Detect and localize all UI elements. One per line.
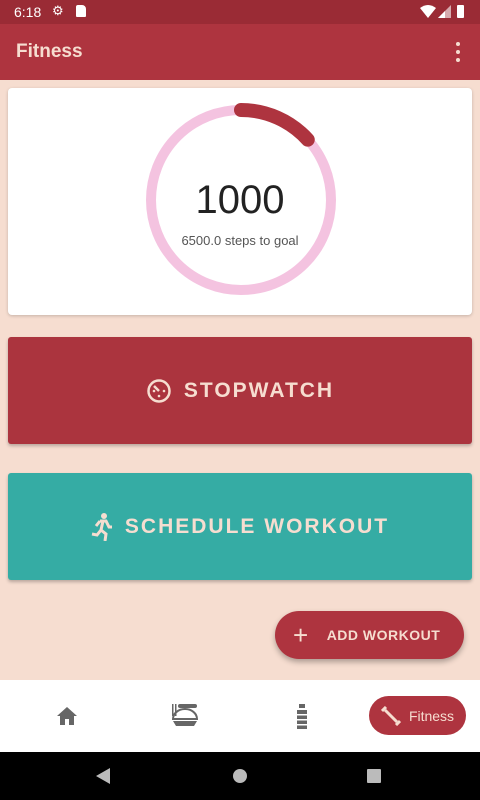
page-title: Fitness: [16, 41, 83, 62]
plus-icon: +: [293, 620, 309, 650]
status-bar: 6:18 ⚙: [0, 0, 480, 24]
sd-card-icon: [76, 5, 86, 17]
app-bar: Fitness: [0, 24, 480, 80]
recents-icon[interactable]: [367, 769, 381, 783]
add-workout-label: ADD WORKOUT: [326, 627, 441, 643]
steps-card: 1000 6500.0 steps to goal: [8, 88, 472, 315]
stopwatch-button[interactable]: STOPWATCH: [8, 337, 472, 444]
system-navigation-bar: [0, 752, 480, 800]
battery-icon: [457, 5, 464, 18]
progress-arc: [234, 103, 315, 147]
stopwatch-label: STOPWATCH: [183, 378, 335, 402]
running-icon: [91, 512, 112, 541]
nav-fitness-label: Fitness: [408, 707, 455, 724]
back-icon[interactable]: [96, 768, 110, 784]
home-circle-icon[interactable]: [233, 769, 247, 783]
timer-icon: [147, 378, 171, 403]
signal-icon: [438, 5, 451, 18]
nav-home[interactable]: [27, 680, 107, 752]
food-icon: [172, 704, 198, 726]
schedule-workout-button[interactable]: SCHEDULE WORKOUT: [8, 473, 472, 580]
status-time: 6:18: [14, 4, 42, 20]
water-bottle-icon: [297, 703, 307, 729]
schedule-workout-label: SCHEDULE WORKOUT: [124, 514, 390, 538]
nav-water[interactable]: [262, 680, 342, 752]
bottom-navigation: Fitness: [0, 680, 480, 752]
add-workout-button[interactable]: + ADD WORKOUT: [275, 611, 464, 659]
steps-to-goal: 6500.0 steps to goal: [181, 233, 299, 248]
nav-food[interactable]: [145, 680, 225, 752]
nav-fitness[interactable]: Fitness: [369, 696, 466, 735]
dumbbell-icon: [380, 705, 401, 726]
wifi-icon: [420, 5, 436, 18]
home-icon: [57, 707, 77, 725]
step-count: 1000: [195, 178, 285, 222]
more-vert-icon[interactable]: [452, 42, 464, 62]
gear-icon: ⚙: [52, 3, 64, 18]
